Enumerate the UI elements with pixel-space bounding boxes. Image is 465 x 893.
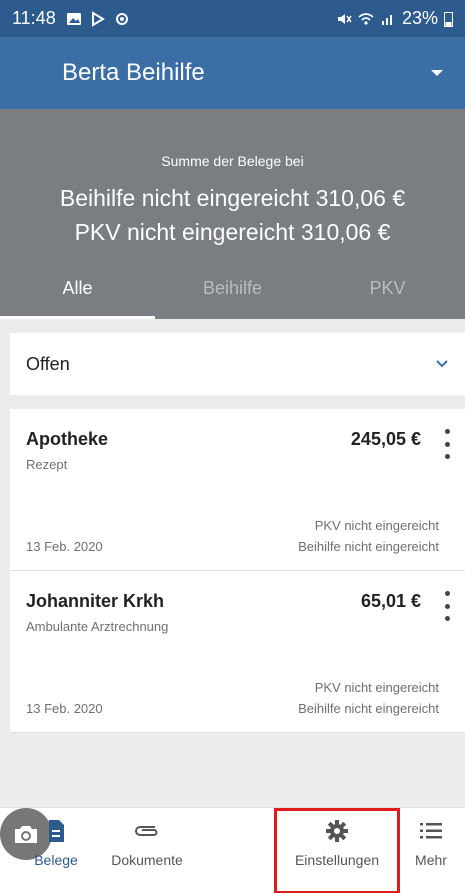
nav-einstellungen-label: Einstellungen [294,852,380,868]
nav-dokumente[interactable]: Dokumente [104,818,190,868]
status-beihilfe: Beihilfe nicht eingereicht [298,701,439,716]
status-beihilfe: Beihilfe nicht eingereicht [298,539,439,554]
battery-icon [444,11,453,27]
nav-mehr-label: Mehr [415,852,447,868]
receipt-amount: 245,05 € [350,429,421,449]
summary-caption: Summe der Belege bei [161,153,304,169]
bottom-navigation: Belege Dokumente Einstellungen Mehr [0,807,465,893]
more-vert-icon[interactable] [441,429,453,459]
caret-down-icon[interactable] [431,70,443,76]
nav-mehr[interactable]: Mehr [398,818,464,868]
receipt-list: Apotheke Rezept 245,05 € 13 Feb. 2020 PK… [10,409,465,733]
list-icon [420,823,442,839]
wifi-icon [358,12,374,25]
status-pkv: PKV nicht eingereicht [314,680,439,695]
more-vert-icon[interactable] [441,591,453,621]
tab-alle[interactable]: Alle [0,272,155,319]
filter-offen[interactable]: Offen [10,333,465,395]
play-icon [91,10,105,27]
list-item[interactable]: Apotheke Rezept 245,05 € 13 Feb. 2020 PK… [10,409,465,571]
battery-percent: 23% [401,8,438,28]
profile-title[interactable]: Berta Beihilfe [62,59,205,87]
nav-belege[interactable]: Belege [20,818,92,868]
nav-dokumente-label: Dokumente [111,852,183,868]
summary-beihilfe-total: Beihilfe nicht eingereicht 310,06 € [59,185,406,211]
nav-einstellungen[interactable]: Einstellungen [274,808,400,893]
receipt-date: 13 Feb. 2020 [26,701,103,716]
system-icons: 23% [336,8,453,29]
nav-belege-label: Belege [34,852,78,868]
tab-beihilfe[interactable]: Beihilfe [155,272,310,319]
gear-icon [326,820,348,842]
status-time: 11:48 [12,8,56,28]
app-notification-icon [115,12,128,25]
receipt-date: 13 Feb. 2020 [26,539,103,554]
tab-bar: Alle Beihilfe PKV [0,272,465,319]
status-pkv: PKV nicht eingereicht [314,518,439,533]
chevron-down-icon [436,360,448,368]
summary-panel: Summe der Belege bei Beihilfe nicht eing… [0,109,465,319]
image-icon [66,12,81,25]
filter-label: Offen [26,353,70,374]
receipt-name: Apotheke [26,429,109,449]
paperclip-icon [135,826,158,836]
notification-icons [66,10,130,27]
receipt-icon [49,820,64,842]
tab-pkv[interactable]: PKV [310,272,465,319]
list-item[interactable]: Johanniter Krkh Ambulante Arztrechnung 6… [10,571,465,733]
receipt-category: Rezept [26,457,68,472]
mute-icon [337,13,352,24]
receipt-amount: 65,01 € [360,591,421,611]
signal-icon [381,14,392,25]
status-bar: 11:48 23% [0,0,465,37]
receipt-name: Johanniter Krkh [26,591,165,611]
app-bar: Berta Beihilfe [0,37,465,109]
summary-pkv-total: PKV nicht eingereicht 310,06 € [74,219,391,245]
receipt-category: Ambulante Arztrechnung [26,619,169,634]
